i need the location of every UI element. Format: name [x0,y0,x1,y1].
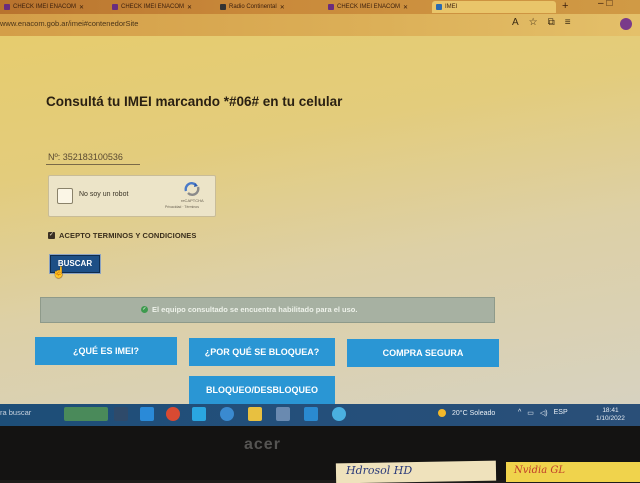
weather-widget[interactable]: 20°C Soleado [438,409,495,417]
app-icon[interactable] [276,407,290,421]
monitor-brand-logo: acer [244,436,281,453]
task-view-icon[interactable] [114,407,128,421]
app-icon[interactable] [304,407,318,421]
browser-tab[interactable]: CHECK IMEI ENACOM ✕ [108,1,214,13]
clock-time: 18:41 [602,407,619,414]
que-es-imei-button[interactable]: ¿QUÉ ES IMEI? [35,337,177,365]
close-icon[interactable]: ✕ [187,4,192,11]
app-icon[interactable] [332,407,346,421]
compra-segura-button[interactable]: COMPRA SEGURA [347,339,499,367]
browser-tab[interactable]: Radio Continental ✕ [216,1,322,13]
tab-label: IMEI [445,4,458,10]
enacom-favicon-icon [4,4,10,10]
browser-tab-active[interactable]: IMEI [432,1,556,13]
system-tray: ^ ▭ ◁) ESP [518,409,568,417]
taskbar-search[interactable]: ra buscar [0,408,31,417]
language-indicator[interactable]: ESP [554,409,568,417]
page-content: Consultá tu IMEI marcando *#06# en tu ce… [0,36,640,404]
edge-browser-icon[interactable] [192,407,206,421]
window-controls[interactable]: – □ [598,0,612,9]
search-highlight-icon [64,407,108,421]
recaptcha-logo-icon [184,182,200,196]
terms-checkbox[interactable]: ✓ [48,232,55,239]
browser-tab[interactable]: CHECK IMEI ENACOM ✕ [0,1,106,13]
hand-cursor-icon: ☝ [52,267,66,279]
clock[interactable]: 18:41 1/10/2022 [596,407,625,423]
read-aloud-icon[interactable]: A [512,17,519,28]
page-title: Consultá tu IMEI marcando *#06# en tu ce… [46,94,343,109]
windows-taskbar: ra buscar 20°C Soleado ^ ▭ ◁) ESP 18:41 … [0,404,640,426]
clock-date: 1/10/2022 [596,415,625,422]
weather-text: 20°C Soleado [452,409,496,417]
url-field[interactable]: www.enacom.gob.ar/imei#contenedorSite [0,19,138,28]
terms-checkbox-row[interactable]: ✓ ACEPTO TERMINOS Y CONDICIONES [48,231,197,240]
chrome-icon[interactable] [166,407,180,421]
enacom-favicon-icon [328,4,334,10]
radio-favicon-icon [220,4,226,10]
bloqueo-desbloqueo-button[interactable]: BLOQUEO/DESBLOQUEO [189,376,335,404]
recaptcha-checkbox[interactable] [57,188,73,204]
address-bar: www.enacom.gob.ar/imei#contenedorSite A … [0,14,640,36]
profile-avatar[interactable] [620,18,632,30]
browser-tab[interactable]: CHECK IMEI ENACOM ✕ [324,1,430,13]
close-icon[interactable]: ✕ [403,4,408,11]
close-icon[interactable]: ✕ [280,4,285,11]
imei-input[interactable] [46,150,140,165]
sticky-note-left-text: Hdrosol HD [346,464,413,477]
tab-label: CHECK IMEI ENACOM [121,4,185,10]
new-tab-button[interactable]: + [562,0,568,12]
volume-icon[interactable]: ◁) [540,409,548,417]
app-icon[interactable] [220,407,234,421]
collections-icon[interactable]: ⧉ [548,17,555,28]
sun-icon [438,409,446,417]
edge-app-icon[interactable] [140,407,154,421]
favorites-bar-icon[interactable]: ≡ [565,17,571,28]
close-icon[interactable]: ✕ [79,4,84,11]
sticky-note-right-text: Nvidia GL [514,465,565,476]
imei-favicon-icon [436,4,442,10]
recaptcha-links[interactable]: Privacidad · Términos [165,205,199,209]
tab-label: Radio Continental [229,4,277,10]
check-circle-icon: ✓ [141,306,148,313]
tab-label: CHECK IMEI ENACOM [13,4,77,10]
status-banner: ✓ El equipo consultado se encuentra habi… [40,297,495,323]
recaptcha-label: No soy un robot [79,191,129,198]
por-que-bloquea-button[interactable]: ¿POR QUÉ SE BLOQUEA? [189,338,335,366]
chevron-up-icon[interactable]: ^ [518,409,521,417]
status-message: El equipo consultado se encuentra habili… [152,305,358,314]
favorite-star-icon[interactable]: ☆ [529,17,538,28]
tab-label: CHECK IMEI ENACOM [337,4,401,10]
file-explorer-icon[interactable] [248,407,262,421]
terms-label: ACEPTO TERMINOS Y CONDICIONES [59,231,197,240]
enacom-favicon-icon [112,4,118,10]
recaptcha-brand: reCAPTCHA [181,198,204,203]
address-bar-actions: A ☆ ⧉ ≡ [512,17,571,28]
network-icon[interactable]: ▭ [527,409,534,417]
browser-tab-strip: CHECK IMEI ENACOM ✕ CHECK IMEI ENACOM ✕ … [0,0,640,14]
recaptcha-widget: No soy un robot reCAPTCHA Privacidad · T… [48,175,216,217]
